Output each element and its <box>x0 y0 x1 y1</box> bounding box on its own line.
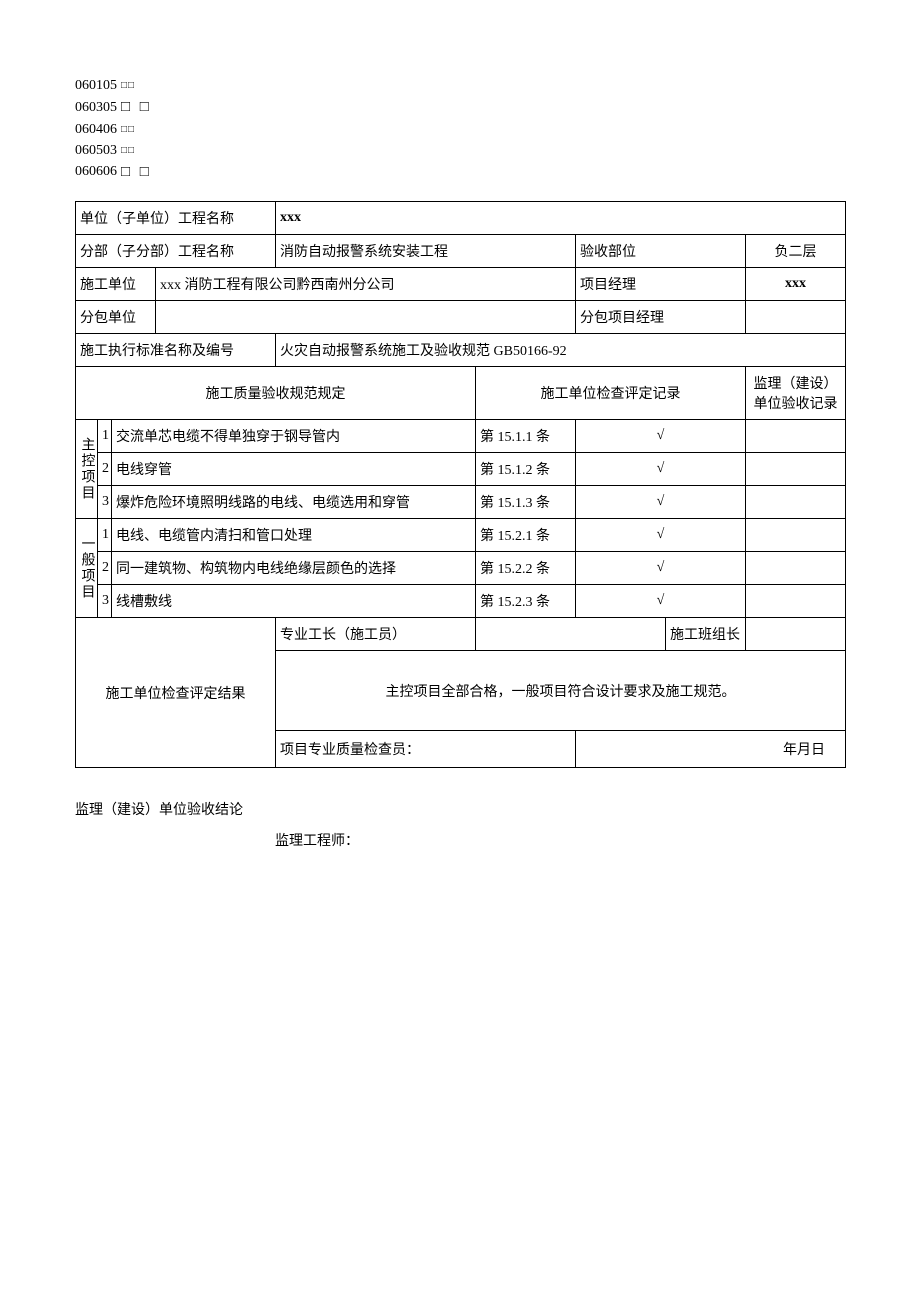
header-supervisor-record: 监理（建设）单位验收记录 <box>746 367 846 420</box>
item-no: 1 <box>98 519 112 552</box>
value-acceptance-part: 负二层 <box>746 235 846 268</box>
item-no: 3 <box>98 486 112 519</box>
value-sub-project: 消防自动报警系统安装工程 <box>276 235 576 268</box>
general-label: 一般项目 <box>76 519 98 618</box>
value-unit-project: xxx <box>276 202 846 235</box>
item-desc: 线槽敷线 <box>112 585 476 618</box>
value-project-manager: xxx <box>746 268 846 301</box>
label-acceptance-part: 验收部位 <box>576 235 746 268</box>
value-subcontractor <box>156 301 576 334</box>
table-row: 3 爆炸危险环境照明线路的电线、电缆选用和穿管 第 15.1.3 条 √ <box>76 486 846 519</box>
item-desc: 爆炸危险环境照明线路的电线、电缆选用和穿管 <box>112 486 476 519</box>
code-num: 060105 <box>75 75 117 96</box>
code-num: 060305 <box>75 97 117 118</box>
table-row: 施工质量验收规范规定 施工单位检查评定记录 监理（建设）单位验收记录 <box>76 367 846 420</box>
item-desc: 电线、电缆管内清扫和管口处理 <box>112 519 476 552</box>
value-team-leader <box>746 618 846 651</box>
code-boxes: □□ <box>121 78 135 93</box>
item-clause: 第 15.1.3 条 <box>476 486 576 519</box>
code-line: 060503 □□ <box>75 140 845 161</box>
table-row: 2 同一建筑物、构筑物内电线绝缘层颜色的选择 第 15.2.2 条 √ <box>76 552 846 585</box>
code-line: 060406 □□ <box>75 119 845 140</box>
item-no: 1 <box>98 420 112 453</box>
label-conclusion: 监理（建设）单位验收结论 <box>75 796 845 827</box>
header-quality-spec: 施工质量验收规范规定 <box>76 367 476 420</box>
value-foreman <box>476 618 666 651</box>
label-construction-unit: 施工单位 <box>76 268 156 301</box>
label-sub-project: 分部（子分部）工程名称 <box>76 235 276 268</box>
value-construction-unit: xxx 消防工程有限公司黔西南州分公司 <box>156 268 576 301</box>
label-subcontractor: 分包单位 <box>76 301 156 334</box>
item-supervisor <box>746 552 846 585</box>
code-boxes: □ □ <box>121 161 152 184</box>
label-standard: 施工执行标准名称及编号 <box>76 334 276 367</box>
item-supervisor <box>746 486 846 519</box>
item-clause: 第 15.2.1 条 <box>476 519 576 552</box>
code-num: 060606 <box>75 161 117 182</box>
table-row: 分部（子分部）工程名称 消防自动报警系统安装工程 验收部位 负二层 <box>76 235 846 268</box>
inspection-form: 单位（子单位）工程名称 xxx 分部（子分部）工程名称 消防自动报警系统安装工程… <box>75 201 846 768</box>
item-check: √ <box>576 552 746 585</box>
label-foreman: 专业工长（施工员） <box>276 618 476 651</box>
table-row: 施工单位检查评定结果 专业工长（施工员） 施工班组长 <box>76 618 846 651</box>
code-list: 060105 □□ 060305 □ □ 060406 □□ 060503 □□… <box>75 75 845 183</box>
code-line: 060606 □ □ <box>75 161 845 184</box>
item-clause: 第 15.2.3 条 <box>476 585 576 618</box>
item-no: 2 <box>98 552 112 585</box>
label-date: 年月日 <box>576 731 846 768</box>
code-line: 060105 □□ <box>75 75 845 96</box>
code-boxes: □ □ <box>121 96 152 119</box>
code-boxes: □□ <box>121 143 135 158</box>
header-check-record: 施工单位检查评定记录 <box>476 367 746 420</box>
table-row: 一般项目 1 电线、电缆管内清扫和管口处理 第 15.2.1 条 √ <box>76 519 846 552</box>
table-row: 施工单位 xxx 消防工程有限公司黔西南州分公司 项目经理 xxx <box>76 268 846 301</box>
item-check: √ <box>576 585 746 618</box>
value-standard: 火灾自动报警系统施工及验收规范 GB50166-92 <box>276 334 846 367</box>
item-supervisor <box>746 585 846 618</box>
item-desc: 同一建筑物、构筑物内电线绝缘层颜色的选择 <box>112 552 476 585</box>
label-sub-pm: 分包项目经理 <box>576 301 746 334</box>
item-check: √ <box>576 420 746 453</box>
label-team-leader: 施工班组长 <box>666 618 746 651</box>
item-desc: 交流单芯电缆不得单独穿于钢导管内 <box>112 420 476 453</box>
label-inspector: 项目专业质量检查员： <box>276 731 576 768</box>
label-project-manager: 项目经理 <box>576 268 746 301</box>
item-supervisor <box>746 420 846 453</box>
item-check: √ <box>576 486 746 519</box>
item-no: 2 <box>98 453 112 486</box>
item-no: 3 <box>98 585 112 618</box>
code-boxes: □□ <box>121 122 135 137</box>
table-row: 3 线槽敷线 第 15.2.3 条 √ <box>76 585 846 618</box>
item-check: √ <box>576 519 746 552</box>
item-supervisor <box>746 519 846 552</box>
item-supervisor <box>746 453 846 486</box>
item-check: √ <box>576 453 746 486</box>
table-row: 2 电线穿管 第 15.1.2 条 √ <box>76 453 846 486</box>
table-row: 分包单位 分包项目经理 <box>76 301 846 334</box>
label-unit-project: 单位（子单位）工程名称 <box>76 202 276 235</box>
item-clause: 第 15.2.2 条 <box>476 552 576 585</box>
item-clause: 第 15.1.2 条 <box>476 453 576 486</box>
table-row: 施工执行标准名称及编号 火灾自动报警系统施工及验收规范 GB50166-92 <box>76 334 846 367</box>
code-num: 060503 <box>75 140 117 161</box>
table-row: 单位（子单位）工程名称 xxx <box>76 202 846 235</box>
label-result: 施工单位检查评定结果 <box>76 618 276 768</box>
code-num: 060406 <box>75 119 117 140</box>
item-desc: 电线穿管 <box>112 453 476 486</box>
conclusion-block: 监理（建设）单位验收结论 监理工程师： <box>75 796 845 858</box>
result-text: 主控项目全部合格，一般项目符合设计要求及施工规范。 <box>276 651 846 731</box>
value-sub-pm <box>746 301 846 334</box>
code-line: 060305 □ □ <box>75 96 845 119</box>
main-control-label: 主控项目 <box>76 420 98 519</box>
item-clause: 第 15.1.1 条 <box>476 420 576 453</box>
label-engineer: 监理工程师： <box>75 827 845 858</box>
table-row: 主控项目 1 交流单芯电缆不得单独穿于钢导管内 第 15.1.1 条 √ <box>76 420 846 453</box>
